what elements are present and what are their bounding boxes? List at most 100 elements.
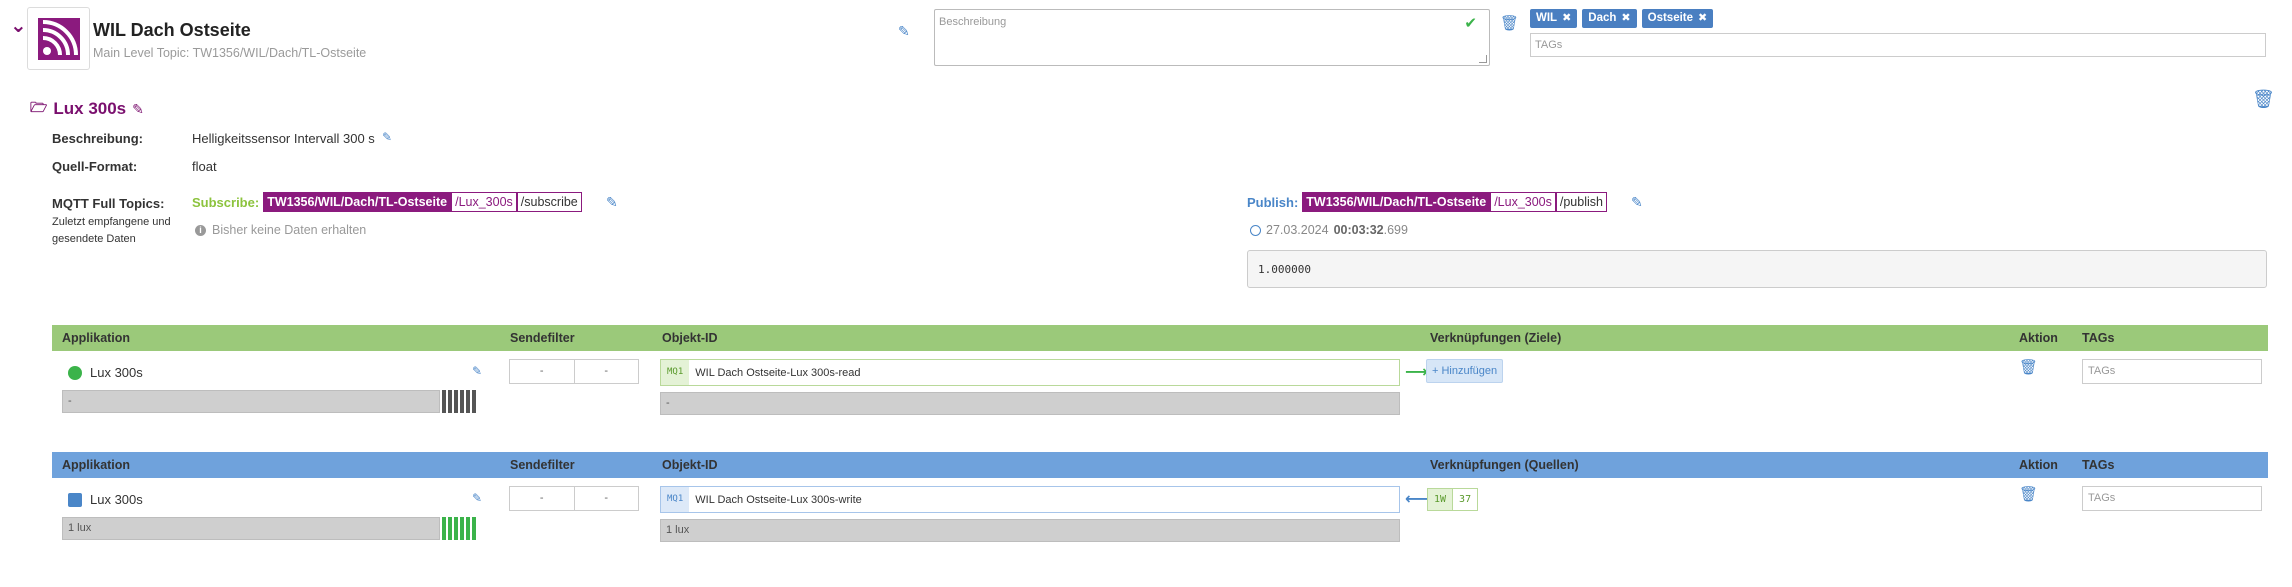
delete-section-trash-icon[interactable]: 🗑 [2252,89,2275,110]
beschreibung-value: Helligkeitssensor Intervall 300 s [192,131,375,146]
collapse-chevron-icon[interactable]: ⌄ [10,16,27,36]
description-placeholder: Beschreibung [939,16,1007,28]
arrow-left-icon: ⟵ [1405,491,1428,508]
folder-open-icon: 🗁 [30,99,48,115]
tag-chip-label: Dach [1588,12,1617,24]
col-aktion: Aktion [2019,331,2058,345]
edit-publish-pencil-icon[interactable]: ✎ [1631,194,1643,211]
remove-tag-icon[interactable]: ✖ [1562,12,1571,24]
object-id-field[interactable]: MQ1 WIL Dach Ostseite-Lux 300s-read [660,359,1400,386]
col-tags: TAGs [2082,458,2115,472]
col-verknuepfungen: Verknüpfungen (Quellen) [1430,458,1579,472]
source-link-type: 1W [1428,489,1453,510]
page-title: WIL Dach Ostseite [93,20,251,40]
app-name-label: Lux 300s [90,365,143,380]
publish-topic: Publish: TW1356/WIL/Dach/TL-Ostseite /Lu… [1247,192,1607,212]
timestamp-date: 27.03.2024 [1266,223,1329,237]
subscribe-topic-mid: /Lux_300s [451,192,517,212]
object-value-bar: 1 lux [660,519,1400,542]
edit-beschreibung-pencil-icon[interactable]: ✎ [382,130,392,144]
arrow-right-icon: ⟶ [1405,364,1428,381]
check-icon[interactable]: ✔ [1464,14,1477,32]
history-bars [442,517,476,540]
timestamp-ms: .699 [1383,223,1408,237]
publish-topic-main: TW1356/WIL/Dach/TL-Ostseite [1302,192,1491,212]
publish-label: Publish: [1247,194,1299,210]
no-data-message: i Bisher keine Daten erhalten [195,223,366,237]
subscribe-topic-main: TW1356/WIL/Dach/TL-Ostseite [263,192,452,212]
subscribe-topic-end: /subscribe [516,192,582,212]
mq-badge: MQ1 [661,487,690,512]
app-name-write: Lux 300s [68,492,143,507]
info-icon: i [195,224,206,236]
tag-chip-label: Ostseite [1647,12,1694,24]
no-data-text: Bisher keine Daten erhalten [212,223,367,237]
edit-app-pencil-icon[interactable]: ✎ [472,491,482,505]
delete-row-trash-icon[interactable]: 🗑 [2019,485,2038,503]
app-name-read: Lux 300s [68,365,143,380]
subscribe-topic: Subscribe: TW1356/WIL/Dach/TL-Ostseite /… [192,192,582,212]
app-value-bar: - [62,390,440,413]
description-textarea[interactable]: Beschreibung ✔ [934,9,1490,66]
sendefilter-b[interactable]: - [573,487,639,510]
col-aktion: Aktion [2019,458,2058,472]
sendefilter-input[interactable]: - - [509,359,639,384]
sendefilter-input[interactable]: - - [509,486,639,511]
timestamp-time: 00:03:32 [1333,223,1384,237]
add-link-button[interactable]: + Hinzufügen [1426,359,1504,383]
tag-chip[interactable]: Dach ✖ [1582,9,1637,28]
sendefilter-b[interactable]: - [573,360,639,383]
row-tags-input[interactable]: TAGs [2082,486,2262,511]
remove-tag-icon[interactable]: ✖ [1621,12,1630,24]
main-topic-subtitle: Main Level Topic: TW1356/WIL/Dach/TL-Ost… [93,46,367,60]
quellformat-value: float [192,159,217,174]
section-title: 🗁 Lux 300s ✎ [30,97,144,121]
edit-section-pencil-icon[interactable]: ✎ [132,101,144,118]
edit-title-pencil-icon[interactable]: ✎ [898,23,910,40]
history-bars [442,390,476,413]
tag-list: WIL ✖ Dach ✖ Ostseite ✖ [1530,9,1714,28]
tag-chip-label: WIL [1536,12,1558,24]
beschreibung-label: Beschreibung: [52,131,144,146]
tags-input[interactable]: TAGs [1530,33,2266,57]
resize-handle[interactable] [1479,55,1487,63]
mqtt-topics-sublabel: Zuletzt empfangene und gesendete Daten [52,216,171,245]
clock-icon [1250,224,1261,236]
row-tags-input[interactable]: TAGs [2082,359,2262,384]
status-dot-icon [68,365,82,380]
col-sendefilter: Sendefilter [510,458,575,472]
sendefilter-a[interactable]: - [510,487,574,510]
col-applikation: Applikation [62,458,131,472]
device-logo [27,7,90,70]
table-header-write: Applikation Sendefilter Objekt-ID Verknü… [52,452,2268,478]
tag-chip[interactable]: WIL ✖ [1530,9,1578,28]
edit-subscribe-pencil-icon[interactable]: ✎ [606,194,618,211]
publish-topic-mid: /Lux_300s [1490,192,1556,212]
publish-topic-end: /publish [1555,192,1607,212]
rss-feed-icon [38,18,80,60]
col-objekt-id: Objekt-ID [662,331,718,345]
edit-app-pencil-icon[interactable]: ✎ [472,364,482,378]
last-value-box: 1.000000 [1247,250,2267,288]
tag-chip[interactable]: Ostseite ✖ [1641,9,1714,28]
status-square-icon [68,492,82,507]
source-link[interactable]: 1W 37 [1427,488,1479,511]
object-id-text: WIL Dach Ostseite-Lux 300s-read [695,366,861,379]
object-id-field[interactable]: MQ1 WIL Dach Ostseite-Lux 300s-write [660,486,1400,513]
col-verknuepfungen: Verknüpfungen (Ziele) [1430,331,1562,345]
sendefilter-a[interactable]: - [510,360,574,383]
delete-row-trash-icon[interactable]: 🗑 [2019,358,2038,376]
quellformat-label: Quell-Format: [52,159,138,174]
app-value-bar: 1 lux [62,517,440,540]
object-value-bar: - [660,392,1400,415]
section-title-text: Lux 300s [53,99,127,118]
delete-device-trash-icon[interactable]: 🗑 [1500,14,1519,32]
subscribe-label: Subscribe: [192,194,260,210]
mqtt-topics-label: MQTT Full Topics: [52,196,165,211]
col-sendefilter: Sendefilter [510,331,575,345]
app-name-label: Lux 300s [90,492,143,507]
col-applikation: Applikation [62,331,131,345]
col-objekt-id: Objekt-ID [662,458,718,472]
source-link-id: 37 [1452,489,1478,510]
remove-tag-icon[interactable]: ✖ [1698,12,1707,24]
